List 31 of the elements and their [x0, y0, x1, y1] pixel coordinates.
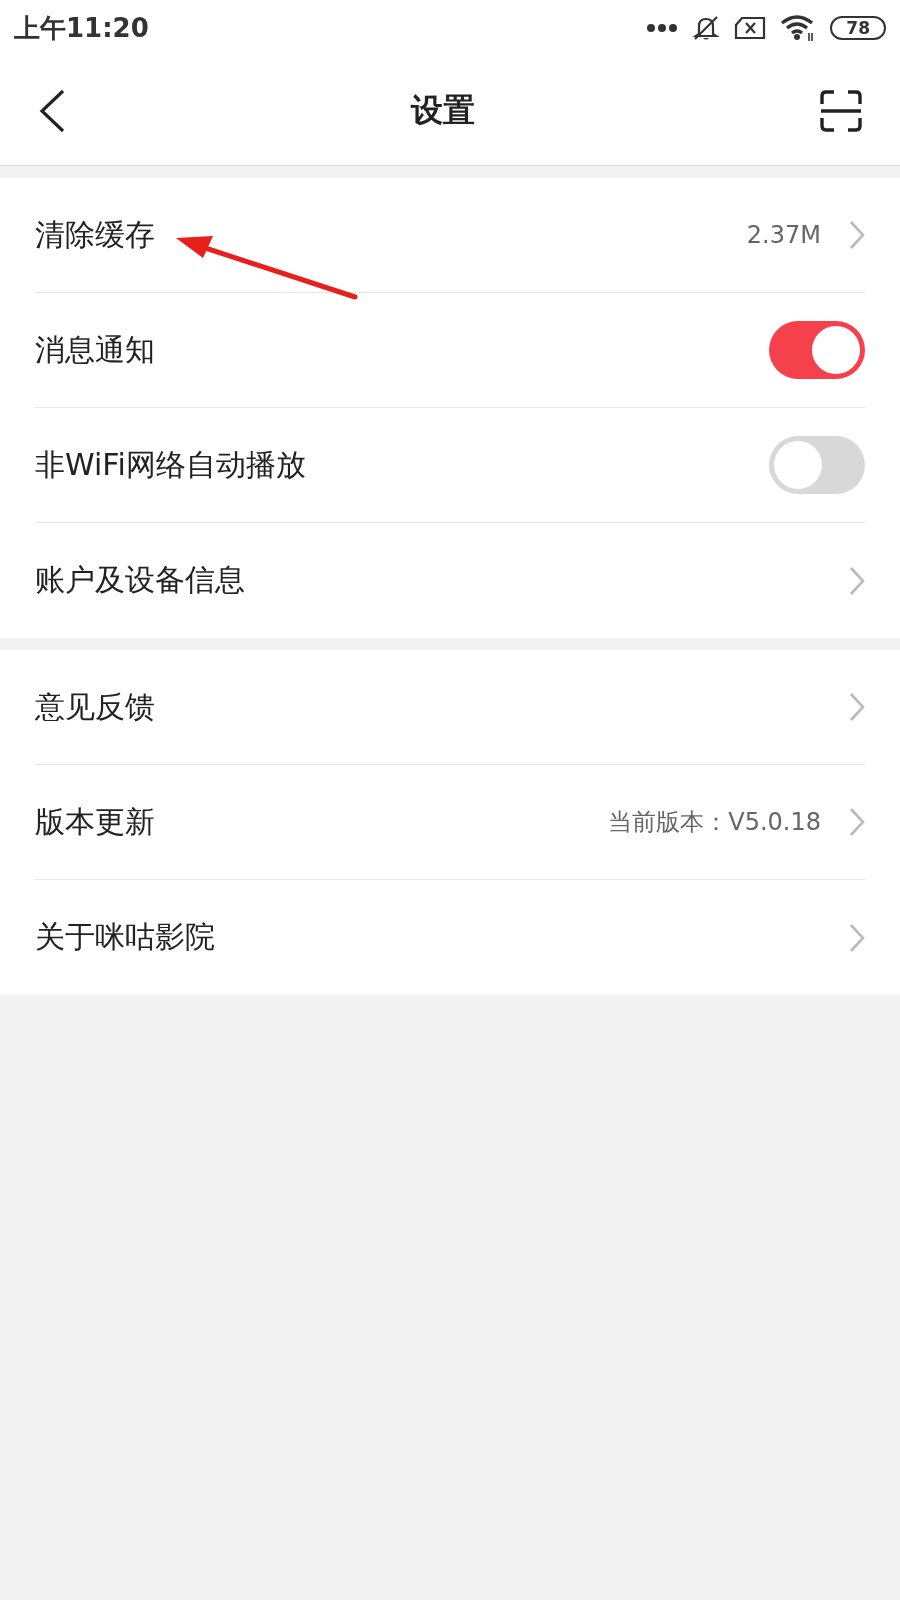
settings-row[interactable]: 版本更新 当前版本：V5.0.18 [35, 765, 865, 880]
settings-row[interactable]: 非WiFi网络自动播放 [35, 408, 865, 523]
muted-bell-icon [692, 14, 721, 42]
chevron-right-icon [849, 807, 865, 837]
toggle-switch[interactable] [769, 321, 865, 379]
chevron-right-icon [849, 692, 865, 722]
more-dots-icon [646, 23, 679, 33]
chevron-right-icon [849, 565, 865, 596]
row-label: 清除缓存 [35, 215, 155, 254]
scan-icon [820, 89, 862, 132]
settings-row[interactable]: 关于咪咕影院 [35, 880, 865, 995]
row-value: 2.37M [746, 221, 821, 249]
row-value: 当前版本：V5.0.18 [608, 807, 821, 838]
back-button[interactable] [38, 88, 66, 133]
row-label: 账户及设备信息 [35, 561, 245, 599]
settings-row[interactable]: 账户及设备信息 [35, 523, 865, 638]
row-label: 意见反馈 [35, 687, 155, 726]
row-label: 消息通知 [35, 330, 155, 369]
row-label: 版本更新 [35, 802, 155, 841]
chevron-right-icon [849, 220, 865, 250]
row-label: 非WiFi网络自动播放 [35, 445, 306, 484]
battery-indicator: 78 [830, 16, 886, 40]
page-title: 设置 [411, 89, 475, 131]
sim-x-icon [734, 16, 767, 40]
chevron-right-icon [849, 922, 865, 953]
row-label: 关于咪咕影院 [35, 918, 215, 956]
settings-row[interactable]: 消息通知 [35, 293, 865, 408]
scan-button[interactable] [820, 89, 862, 132]
settings-row[interactable]: 意见反馈 [35, 650, 865, 765]
status-time: 上午11:20 [14, 11, 149, 45]
back-icon [38, 88, 66, 133]
